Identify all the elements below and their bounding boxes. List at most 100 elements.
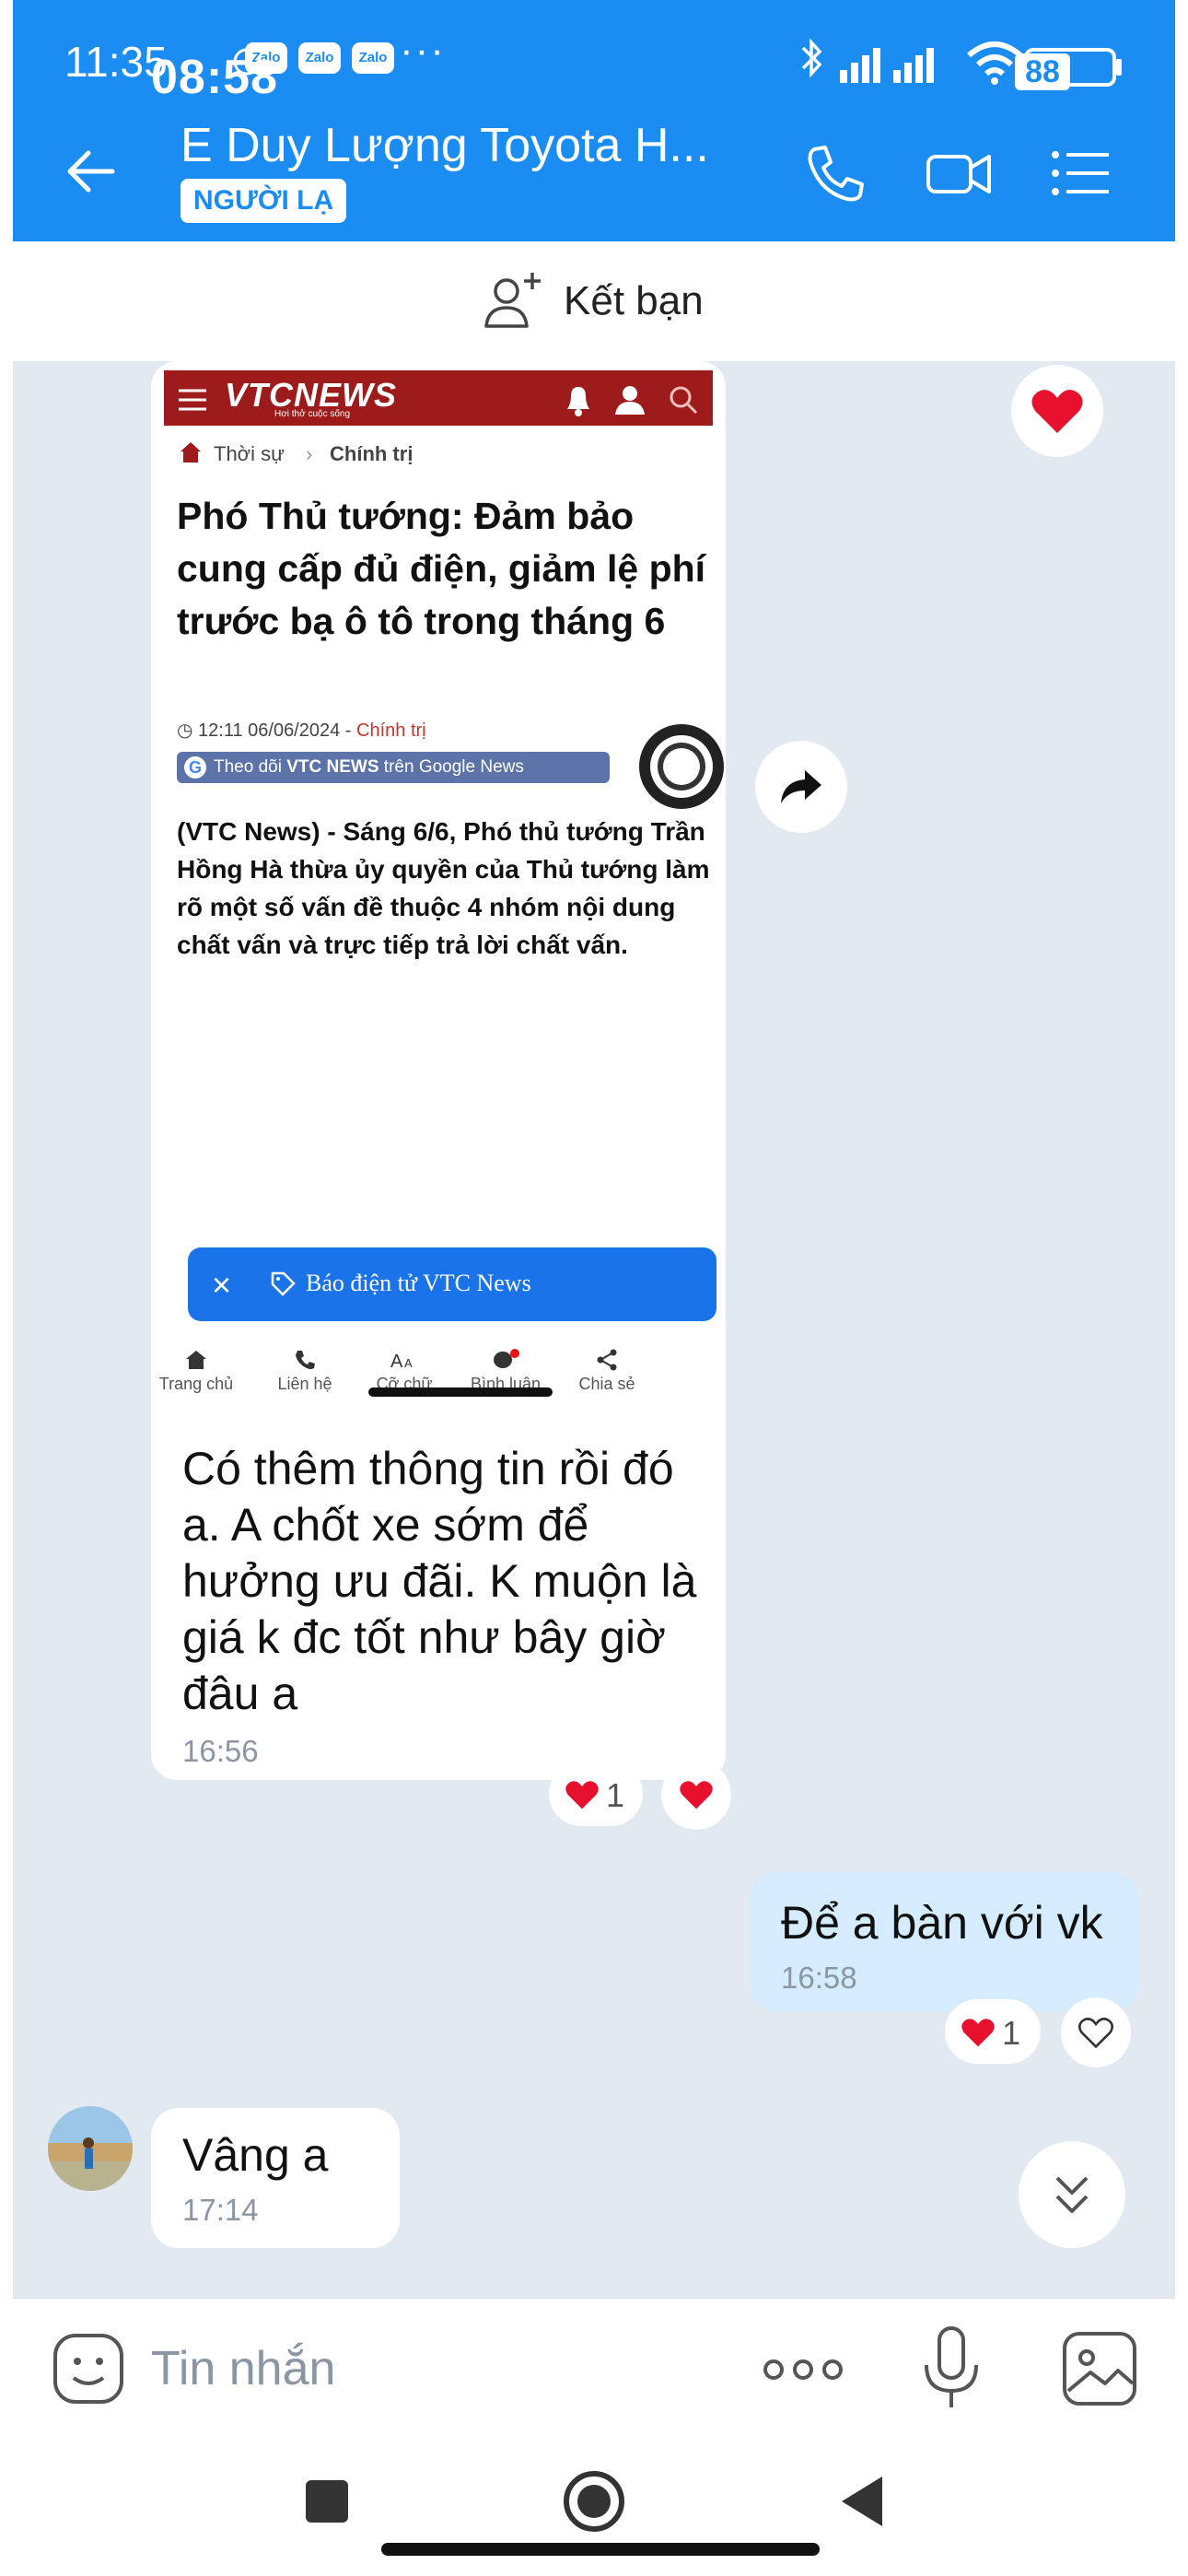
heart-outline-icon (1078, 2017, 1113, 2049)
home-indicator (381, 2543, 820, 2556)
google-news-follow: G Theo dõi VTC NEWS trên Google News (177, 752, 610, 783)
follow-gnews: Google News (418, 757, 524, 777)
list-menu-icon[interactable] (1046, 140, 1114, 206)
mic-icon[interactable] (917, 2324, 985, 2411)
user-icon (615, 386, 645, 415)
incoming-image-message[interactable]: VTCNEWS Hơi thở cuộc sống Thời sự › Chín… (151, 361, 726, 1780)
pill-text: Báo điện tử VTC News (306, 1270, 531, 1296)
phone-icon (296, 1351, 315, 1369)
bell-icon (567, 387, 589, 416)
nav-contact: Liên hệ (254, 1349, 355, 1394)
reaction-count: 1 (1002, 2014, 1021, 2052)
video-call-icon[interactable] (925, 140, 993, 206)
more-options-icon[interactable] (761, 2354, 845, 2385)
nav-label: Chia sẻ (578, 1375, 635, 1393)
add-friend-icon (484, 273, 541, 328)
breadcrumb: Thời sự › Chính trị (164, 435, 713, 472)
heart-icon (680, 1781, 713, 1809)
message-text: Có thêm thông tin rồi đó a. A chốt xe sớ… (182, 1443, 697, 1719)
article-meta: ◷ 12:11 06/06/2024 - Chính trị (177, 719, 426, 742)
share-icon (597, 1349, 617, 1371)
outgoing-message[interactable]: Để a bàn với vk 16:58 (750, 1872, 1138, 2012)
emoji-icon[interactable] (52, 2332, 125, 2406)
reaction-button[interactable] (1011, 365, 1103, 457)
bluetooth-icon (801, 38, 822, 78)
reaction-summary[interactable]: 1 (549, 1762, 643, 1826)
article-category: Chính trị (356, 720, 426, 741)
vtc-tagline: Hơi thở cuộc sống (274, 409, 351, 419)
scroll-down-button[interactable] (1019, 2141, 1125, 2248)
search-icon (670, 386, 698, 415)
svg-text:A: A (390, 1352, 403, 1371)
status-bar: 11:35 Zalo Zalo Zalo ··· 08:58 88 (13, 0, 1175, 104)
back-arrow-icon[interactable] (59, 138, 125, 205)
scroll-down-icon (1055, 2176, 1089, 2213)
signal-icon (840, 48, 934, 83)
gallery-icon[interactable] (1061, 2330, 1138, 2407)
clock-icon: ◷ (177, 720, 199, 741)
zalo-badge: Zalo (298, 42, 341, 74)
follow-mid: trên (379, 757, 419, 777)
forward-icon (781, 770, 821, 803)
phone-icon[interactable] (801, 140, 869, 206)
forward-button[interactable] (755, 741, 847, 833)
screenshot-home-indicator (368, 1388, 553, 1397)
message-input-bar: Tin nhắn (13, 2298, 1175, 2437)
home-icon (181, 442, 201, 463)
app-frame: 11:35 Zalo Zalo Zalo ··· 08:58 88 E Duy … (13, 0, 1175, 2576)
system-nav-bar (13, 2436, 1175, 2576)
follow-prefix: Theo dõi (214, 757, 287, 777)
article-time: 12:11 06/06/2024 - (198, 720, 357, 741)
add-friend-bar[interactable]: Kết bạn (13, 241, 1175, 362)
stranger-badge: NGƯỜI LẠ (181, 179, 347, 223)
back-triangle-icon[interactable] (831, 2469, 895, 2534)
shared-screenshot[interactable]: VTCNEWS Hơi thở cuộc sống Thời sự › Chín… (151, 361, 726, 1404)
nav-label: Liên hệ (277, 1375, 332, 1393)
nav-share: Chia sẻ (556, 1349, 658, 1394)
avatar[interactable] (48, 2106, 133, 2191)
status-more: ··· (400, 28, 446, 73)
reaction-count: 1 (606, 1776, 625, 1814)
home-icon (186, 1351, 206, 1369)
vtc-header-bar: VTCNEWS Hơi thở cuộc sống (164, 370, 713, 426)
article-title: Phó Thủ tướng: Đảm bảo cung cấp đủ điện,… (177, 495, 706, 642)
comment-icon (494, 1349, 519, 1368)
reaction-summary[interactable]: 1 (945, 1999, 1041, 2064)
heart-icon (1031, 390, 1083, 433)
message-time: 16:58 (781, 1961, 857, 1995)
battery-level: 88 (1015, 53, 1070, 90)
react-button[interactable] (1061, 1997, 1131, 2067)
react-button[interactable] (661, 1760, 731, 1830)
svg-text:A: A (404, 1356, 413, 1370)
vtc-pill: × Báo điện tử VTC News (188, 1247, 716, 1321)
heart-icon (565, 1781, 599, 1809)
nav-home: Trang chủ (151, 1349, 247, 1394)
chat-header: E Duy Lượng Toyota H... NGƯỜI LẠ (13, 101, 1175, 241)
article-lead: (VTC News) - Sáng 6/6, Phó thủ tướng Trầ… (177, 817, 710, 959)
avatar-image (48, 2106, 133, 2191)
heart-icon (961, 2019, 995, 2047)
incoming-message[interactable]: Vâng a 17:14 (151, 2108, 400, 2248)
google-icon: G (184, 756, 206, 779)
message-input[interactable]: Tin nhắn (151, 2341, 335, 2396)
hamburger-icon (179, 389, 206, 411)
nav-label: Trang chủ (158, 1375, 234, 1393)
screen-record-icon (639, 724, 724, 809)
breadcrumb-item: Thời sự (214, 442, 285, 465)
message-time: 17:14 (182, 2193, 259, 2227)
follow-brand: VTC NEWS (286, 757, 379, 777)
home-button-icon[interactable] (562, 2469, 626, 2534)
font-size-icon: AA (390, 1352, 413, 1371)
zalo-badge: Zalo (352, 42, 394, 74)
chevron-right-icon: › (306, 442, 313, 465)
message-text: Vâng a (182, 2129, 329, 2181)
breadcrumb-item: Chính trị (330, 442, 413, 465)
contact-name[interactable]: E Duy Lượng Toyota H... (181, 118, 709, 173)
add-friend-label: Kết bạn (564, 278, 704, 323)
chat-area[interactable]: VTCNEWS Hơi thở cuộc sống Thời sự › Chín… (13, 361, 1175, 2298)
tag-icon (271, 1271, 296, 1296)
message-time: 16:56 (182, 1734, 259, 1768)
close-icon: × (212, 1266, 232, 1304)
recents-icon[interactable] (295, 2469, 359, 2534)
overlay-time: 08:58 (151, 51, 278, 104)
